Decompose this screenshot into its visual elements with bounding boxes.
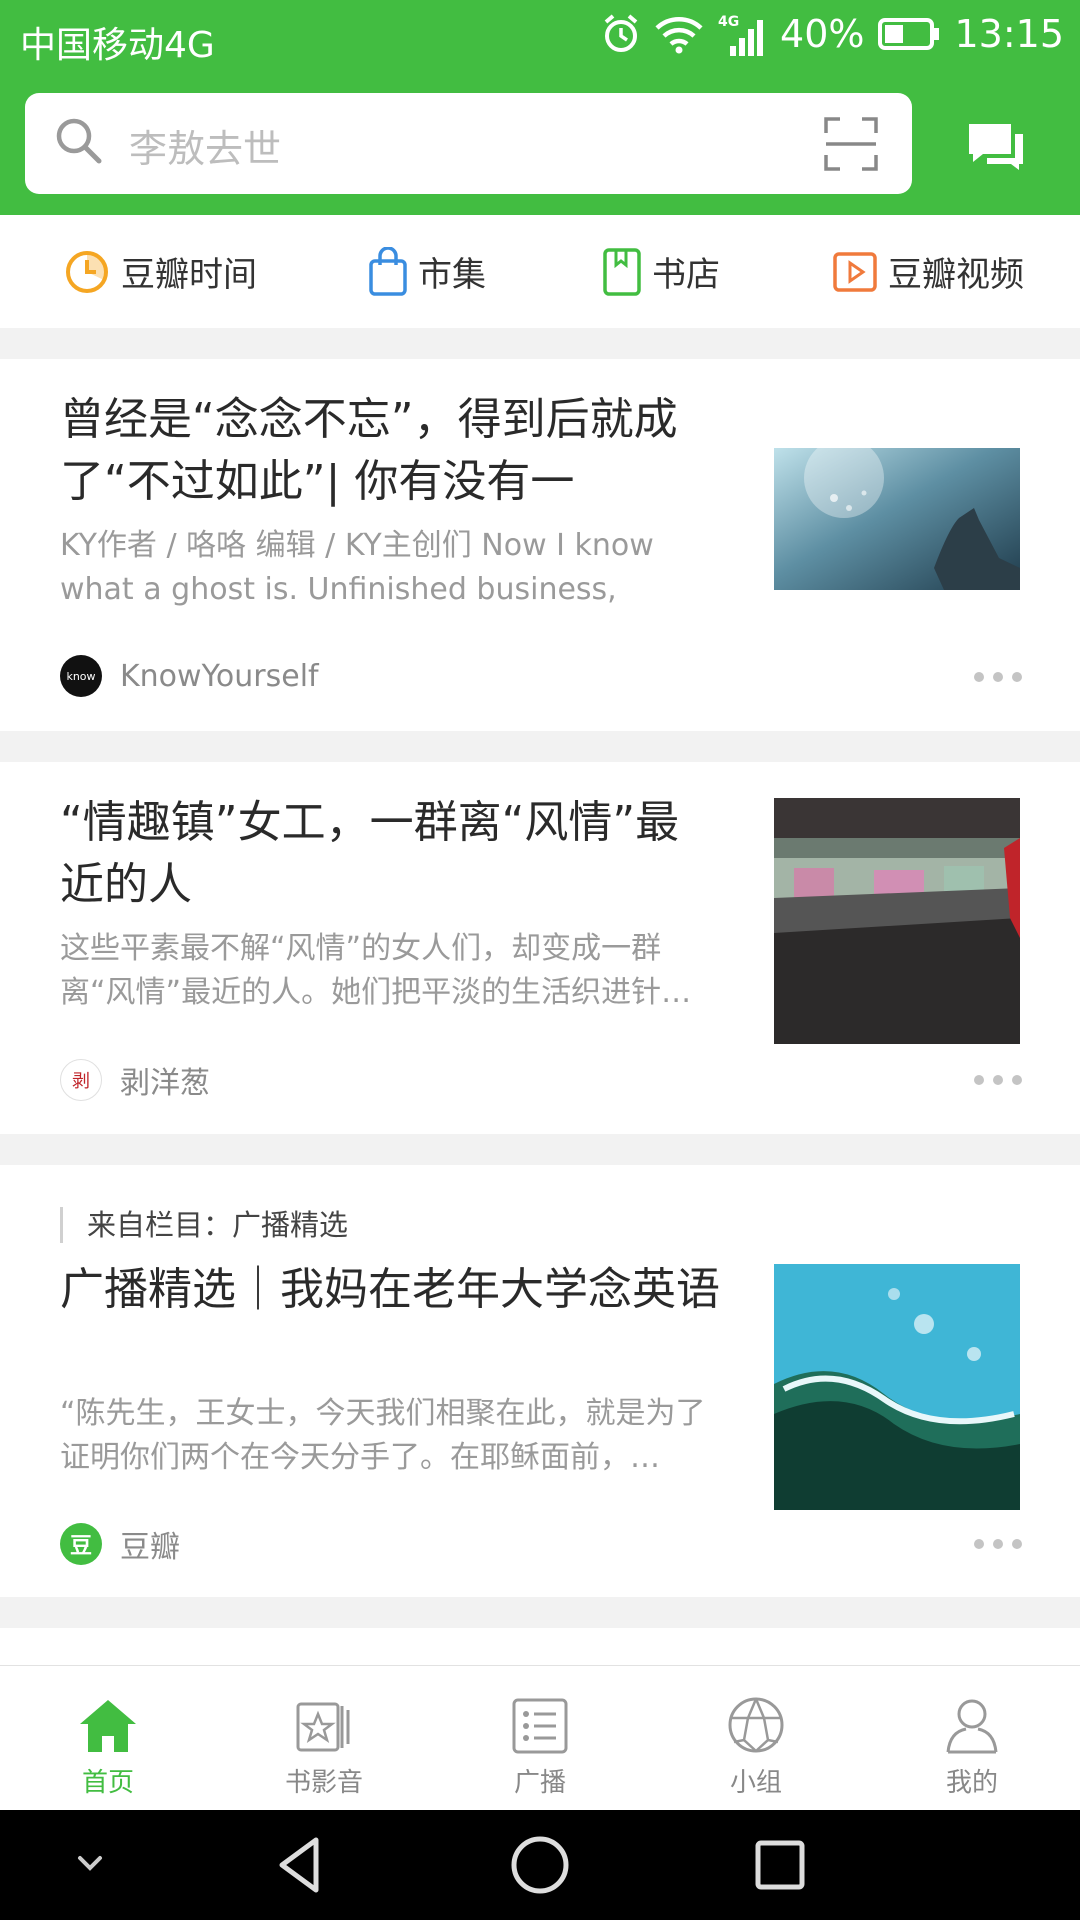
clock-icon	[66, 250, 108, 293]
carrier-label: 中国移动4G	[20, 25, 215, 66]
author-avatar: know	[60, 655, 102, 697]
card-title[interactable]: 广播精选｜我妈在老年大学念英语	[60, 1259, 720, 1383]
card-thumbnail[interactable]	[774, 448, 1020, 590]
battery-icon	[878, 18, 940, 50]
tab-media[interactable]: 书影音	[216, 1666, 432, 1811]
tab-groups[interactable]: 小组	[648, 1666, 864, 1811]
card-author[interactable]: 剥 剥洋葱	[60, 1058, 210, 1102]
status-bar: 中国移动4G 4G 40% 13:15	[0, 0, 1080, 78]
tab-label: 书影音	[284, 1768, 363, 1798]
home-circle-icon[interactable]	[508, 1810, 572, 1920]
network-type-label: 4G	[718, 14, 739, 30]
author-avatar: 剥	[60, 1059, 102, 1101]
battery-percent: 40%	[780, 12, 865, 56]
chat-icon[interactable]	[965, 120, 1027, 172]
quicknav-label: 书店	[652, 255, 720, 295]
signal-icon: 4G	[718, 14, 764, 56]
card-title[interactable]: 曾经是“念念不忘”，得到后就成了“不过如此”| 你有没有一件“未…	[60, 389, 720, 513]
feed-card[interactable]: 来自栏目：广播精选 广播精选｜我妈在老年大学念英语 “陈先生，王女士，今天我们相…	[0, 1165, 1080, 1597]
home-icon	[80, 1700, 136, 1752]
author-avatar: 豆	[60, 1523, 102, 1565]
card-description: “陈先生，王女士，今天我们相聚在此，就是为了证明你们两个在今天分手了。在耶稣面前…	[60, 1396, 706, 1475]
group-ball-icon	[728, 1697, 784, 1753]
quicknav-bookstore[interactable]: 书店	[602, 215, 720, 328]
quicknav-douban-time[interactable]: 豆瓣时间	[63, 215, 257, 328]
shopping-bag-icon	[369, 246, 407, 296]
book-icon	[603, 247, 641, 296]
author-name: KnowYourself	[120, 658, 319, 694]
tab-broadcast[interactable]: 广播	[432, 1666, 648, 1811]
card-author[interactable]: know KnowYourself	[60, 655, 319, 697]
quick-nav: 豆瓣时间 市集 书店 豆瓣视频	[0, 215, 1080, 328]
broadcast-list-icon	[512, 1698, 568, 1754]
quicknav-label: 豆瓣视频	[888, 255, 1024, 295]
search-placeholder: 李敖去世	[129, 127, 282, 171]
scan-icon[interactable]	[824, 117, 878, 171]
tab-label: 广播	[513, 1768, 566, 1798]
card-author[interactable]: 豆 豆瓣	[60, 1522, 180, 1566]
video-play-icon	[833, 251, 877, 292]
status-icons: 4G 40% 13:15	[602, 12, 1064, 56]
card-thumbnail[interactable]	[774, 798, 1020, 1044]
feed-card[interactable]: “情趣镇”女工，一群离“风情”最近的人 这些平素最不解“风情”的女人们，却变成一…	[0, 762, 1080, 1134]
media-star-icon	[296, 1702, 350, 1752]
quicknav-douban-video[interactable]: 豆瓣视频	[832, 215, 1024, 328]
app-header: 中国移动4G 4G 40% 13:15 李敖去世	[0, 0, 1080, 215]
recents-icon[interactable]	[748, 1810, 812, 1920]
card-description: 这些平素最不解“风情”的女人们，却变成一群离“风情”最近的人。她们把平淡的生活织…	[60, 931, 692, 1010]
search-icon	[56, 118, 102, 164]
quicknav-label: 市集	[418, 255, 486, 295]
tab-label: 小组	[729, 1768, 782, 1798]
more-options-icon[interactable]	[974, 672, 1022, 682]
feed-card[interactable]: 曾经是“念念不忘”，得到后就成了“不过如此”| 你有没有一件“未… KY作者 /…	[0, 359, 1080, 731]
card-thumbnail[interactable]	[774, 1264, 1020, 1510]
wifi-icon	[655, 17, 703, 54]
quicknav-label: 豆瓣时间	[121, 255, 257, 295]
column-source-label[interactable]: 来自栏目：广播精选	[60, 1207, 348, 1243]
alarm-icon	[604, 14, 638, 52]
more-options-icon[interactable]	[974, 1539, 1022, 1549]
tab-mine[interactable]: 我的	[864, 1666, 1080, 1811]
back-icon[interactable]	[270, 1810, 330, 1920]
bottom-tab-bar: 首页 书影音 广播 小组 我的	[0, 1665, 1080, 1810]
chevron-down-icon[interactable]	[70, 1810, 110, 1920]
more-options-icon[interactable]	[974, 1075, 1022, 1085]
author-name: 豆瓣	[120, 1530, 180, 1565]
quicknav-market[interactable]: 市集	[368, 215, 486, 328]
profile-icon	[946, 1699, 998, 1754]
card-description: KY作者 / 咯咯 编辑 / KY主创们 Now I know what a g…	[60, 528, 654, 607]
search-input[interactable]: 李敖去世	[25, 93, 912, 194]
author-name: 剥洋葱	[120, 1066, 210, 1101]
system-nav-bar	[0, 1810, 1080, 1920]
tab-label: 我的	[945, 1768, 998, 1798]
tab-home[interactable]: 首页	[0, 1666, 216, 1811]
card-title[interactable]: “情趣镇”女工，一群离“风情”最近的人	[60, 792, 720, 916]
tab-label: 首页	[81, 1768, 134, 1798]
clock: 13:15	[954, 12, 1064, 56]
feed-card[interactable]	[0, 1628, 1080, 1668]
